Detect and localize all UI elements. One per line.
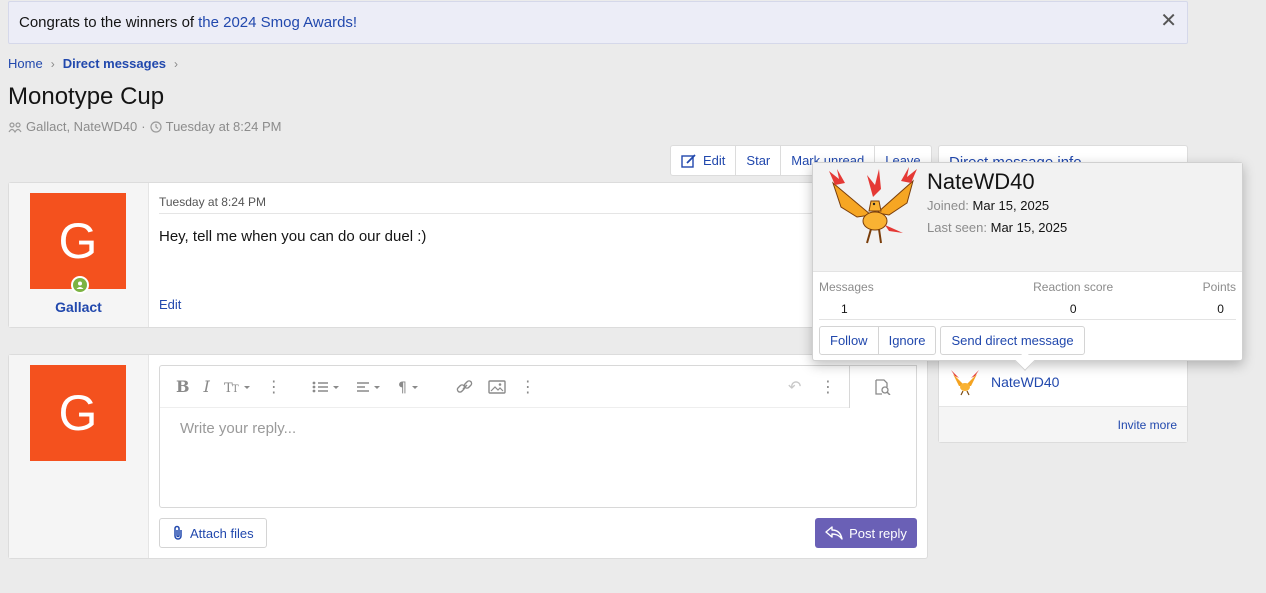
more-options-icon[interactable]: ⋮ [266, 377, 282, 397]
svg-text:¶: ¶ [398, 380, 407, 394]
users-icon [8, 121, 22, 133]
clock-icon [150, 120, 162, 133]
text-size-icon[interactable]: TT [224, 380, 252, 394]
undo-icon[interactable]: ↶ [788, 377, 801, 397]
stat-value: 0 [1069, 302, 1077, 316]
participant-name[interactable]: NateWD40 [991, 374, 1059, 390]
paperclip-icon [174, 525, 182, 540]
stat-reaction-score: Reaction score 0 [1033, 280, 1113, 319]
message: G Gallact Tuesday at 8:24 PM Hey, tell m… [8, 182, 928, 328]
post-reply-label: Post reply [849, 525, 907, 541]
joined-value: Mar 15, 2025 [972, 198, 1050, 213]
member-joined: Joined: Mar 15, 2025 [927, 198, 1049, 213]
more-options-icon[interactable]: ⋮ [520, 377, 536, 397]
bold-icon[interactable]: B [176, 377, 190, 396]
chevron-right-icon: › [174, 56, 179, 71]
message-main: Tuesday at 8:24 PM Hey, tell me when you… [149, 183, 927, 327]
notice-text: Congrats to the winners of [19, 14, 195, 31]
message-author[interactable]: Gallact [9, 299, 148, 315]
reply-icon [825, 526, 843, 540]
preview-tab[interactable] [849, 365, 917, 408]
star-button[interactable]: Star [736, 146, 782, 175]
stat-value[interactable]: 1 [841, 302, 848, 316]
editor-toolbar: B I TT ⋮ ¶ ⋮ ↶ ⋮ [160, 365, 917, 408]
moltres-avatar-icon[interactable] [827, 167, 919, 251]
stat-label: Points [1202, 280, 1236, 294]
last-seen-label: Last seen: [927, 220, 987, 235]
image-icon[interactable] [488, 379, 506, 394]
attach-files-button[interactable]: Attach files [159, 518, 267, 548]
conversation-meta: Gallact, NateWD40 · Tuesday at 8:24 PM [8, 119, 281, 134]
post-reply-button[interactable]: Post reply [815, 518, 917, 548]
participants-text: Gallact, NateWD40 [26, 119, 138, 134]
dm-info-footer: Invite more [939, 406, 1187, 442]
message-date[interactable]: Tuesday at 8:24 PM [159, 183, 917, 214]
paragraph-icon[interactable]: ¶ [398, 380, 426, 394]
follow-button[interactable]: Follow [820, 327, 878, 354]
joined-label: Joined: [927, 198, 969, 213]
last-seen-value: Mar 15, 2025 [990, 220, 1068, 235]
attach-files-label: Attach files [190, 525, 254, 541]
stat-label: Reaction score [1033, 280, 1114, 294]
message-body: Hey, tell me when you can do our duel :) [159, 228, 427, 245]
stat-points: Points 0 [1203, 280, 1236, 319]
bird-avatar-icon [951, 370, 979, 396]
list-icon[interactable] [312, 380, 342, 394]
member-last-seen: Last seen: Mar 15, 2025 [927, 220, 1067, 235]
edit-label: Edit [703, 153, 726, 168]
notice-banner: Congrats to the winners of the 2024 Smog… [8, 1, 1188, 44]
chevron-right-icon: › [50, 56, 55, 71]
message-user-cell: G Gallact [9, 183, 149, 327]
reply-input[interactable] [160, 408, 916, 506]
meta-separator: · [141, 119, 146, 134]
stat-label: Messages [819, 280, 874, 294]
avatar: G [30, 365, 126, 461]
message-edit-link[interactable]: Edit [159, 297, 181, 312]
member-tooltip: NateWD40 Joined: Mar 15, 2025 Last seen:… [812, 162, 1243, 371]
more-options-icon[interactable]: ⋮ [820, 377, 836, 397]
svg-text:T: T [232, 384, 239, 394]
breadcrumb: Home › Direct messages › [8, 56, 186, 71]
ignore-button[interactable]: Ignore [877, 327, 936, 354]
avatar[interactable]: G [30, 193, 126, 289]
send-dm-group: Send direct message [940, 326, 1085, 355]
reply-user-cell: G [9, 355, 149, 558]
edit-button[interactable]: Edit [671, 146, 737, 175]
member-tooltip-header: NateWD40 Joined: Mar 15, 2025 Last seen:… [813, 163, 1242, 272]
conversation-time: Tuesday at 8:24 PM [165, 119, 282, 134]
member-actions: Follow Ignore Send direct message [819, 326, 1085, 355]
page-title: Monotype Cup [8, 83, 165, 110]
stat-messages: Messages 1 [819, 280, 874, 319]
link-icon[interactable] [456, 379, 474, 395]
preview-icon [875, 379, 891, 395]
member-stats: Messages 1 Reaction score 0 Points 0 [819, 280, 1236, 320]
rich-text-editor: B I TT ⋮ ¶ ⋮ ↶ ⋮ [159, 365, 917, 508]
stat-value: 0 [1217, 302, 1224, 316]
edit-icon [681, 153, 696, 168]
notice-link[interactable]: the 2024 Smog Awards! [198, 14, 357, 31]
participant-item[interactable]: NateWD40 [949, 368, 1059, 396]
close-icon[interactable]: ✕ [1160, 11, 1177, 31]
send-direct-message-button[interactable]: Send direct message [941, 327, 1083, 354]
member-name[interactable]: NateWD40 [927, 169, 1035, 195]
invite-more-link[interactable]: Invite more [1118, 418, 1177, 432]
reply-form: G B I TT ⋮ ¶ ⋮ ↶ ⋮ Write your reply... A… [8, 354, 928, 559]
align-icon[interactable] [356, 380, 384, 394]
italic-icon[interactable]: I [204, 377, 210, 396]
online-status-icon [71, 276, 89, 294]
breadcrumb-home[interactable]: Home [8, 56, 43, 71]
breadcrumb-direct-messages[interactable]: Direct messages [63, 56, 166, 71]
follow-ignore-group: Follow Ignore [819, 326, 937, 355]
